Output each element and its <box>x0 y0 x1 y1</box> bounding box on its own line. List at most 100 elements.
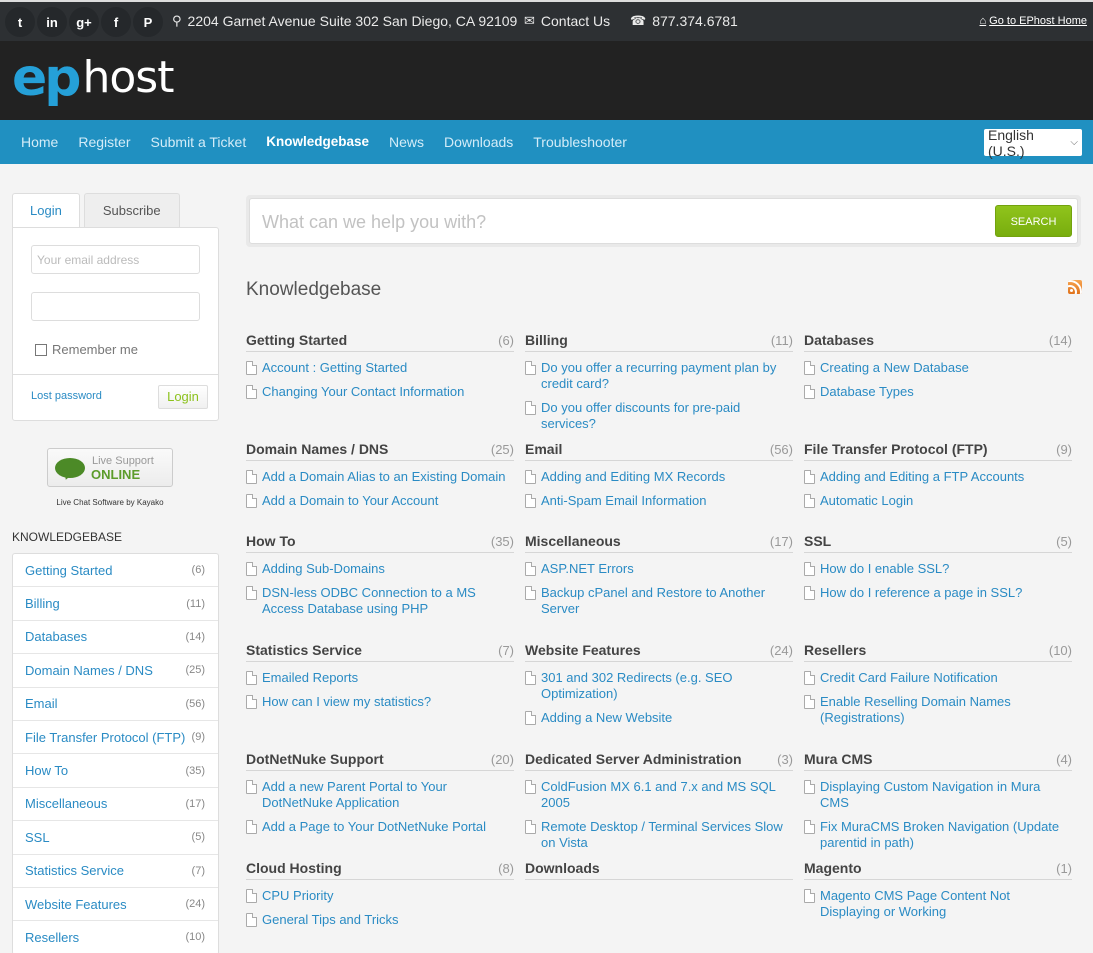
sidebar-item[interactable]: Website Features (24) <box>13 888 218 922</box>
tab-login[interactable]: Login <box>12 193 80 229</box>
category-title[interactable]: Email <box>525 441 562 457</box>
sidebar-item[interactable]: Getting Started (6) <box>13 554 218 588</box>
category-title[interactable]: Getting Started <box>246 332 347 348</box>
sidebar-item[interactable]: SSL (5) <box>13 821 218 855</box>
search-button[interactable]: SEARCH <box>995 205 1072 237</box>
article-link[interactable]: Creating a New Database <box>820 360 969 376</box>
article-link[interactable]: Changing Your Contact Information <box>262 384 464 400</box>
article-link[interactable]: Magento CMS Page Content Not Displaying … <box>820 888 1072 920</box>
contact-us-link[interactable]: ✉ Contact Us <box>524 13 610 29</box>
article-link[interactable]: General Tips and Tricks <box>262 912 399 928</box>
email-input[interactable]: Your email address <box>31 245 200 274</box>
article-link[interactable]: 301 and 302 Redirects (e.g. SEO Optimiza… <box>541 670 793 702</box>
nav-news[interactable]: News <box>389 134 424 150</box>
article-link[interactable]: ColdFusion MX 6.1 and 7.x and MS SQL 200… <box>541 779 793 811</box>
nav-downloads[interactable]: Downloads <box>444 134 513 150</box>
linkedin-icon[interactable]: in <box>37 7 67 37</box>
live-support-button[interactable]: Live Support ONLINE <box>47 448 173 487</box>
article-link[interactable]: Enable Reselling Domain Names (Registrat… <box>820 694 1072 726</box>
article-link[interactable]: Remote Desktop / Terminal Services Slow … <box>541 819 793 851</box>
sidebar-item[interactable]: Databases (14) <box>13 621 218 655</box>
article-item: Add a Domain Alias to an Existing Domain <box>246 469 514 485</box>
article-link[interactable]: Adding a New Website <box>541 710 672 726</box>
article-item: Adding Sub-Domains <box>246 561 514 577</box>
article-link[interactable]: Add a Domain Alias to an Existing Domain <box>262 469 506 485</box>
article-link[interactable]: ASP.NET Errors <box>541 561 634 577</box>
phone-number: 877.374.6781 <box>652 13 738 29</box>
google-plus-icon[interactable]: g+ <box>69 7 99 37</box>
nav-register[interactable]: Register <box>78 134 130 150</box>
category-title[interactable]: DotNetNuke Support <box>246 751 384 767</box>
article-link[interactable]: Emailed Reports <box>262 670 358 686</box>
article-link[interactable]: Credit Card Failure Notification <box>820 670 998 686</box>
category-title[interactable]: Statistics Service <box>246 642 362 658</box>
sidebar-item[interactable]: How To (35) <box>13 754 218 788</box>
sidebar-item[interactable]: Resellers (10) <box>13 921 218 953</box>
category-title[interactable]: Billing <box>525 332 568 348</box>
document-icon <box>525 711 536 725</box>
article-link[interactable]: Add a Page to Your DotNetNuke Portal <box>262 819 486 835</box>
sidebar-item[interactable]: Statistics Service (7) <box>13 855 218 888</box>
category-title[interactable]: File Transfer Protocol (FTP) <box>804 441 988 457</box>
article-link[interactable]: How do I enable SSL? <box>820 561 949 577</box>
tab-subscribe[interactable]: Subscribe <box>83 193 180 228</box>
go-to-home-link[interactable]: ⌂ Go to EPhost Home <box>980 15 1087 27</box>
article-link[interactable]: Adding Sub-Domains <box>262 561 385 577</box>
article-link[interactable]: Do you offer a recurring payment plan by… <box>541 360 793 392</box>
twitter-icon[interactable]: t <box>5 7 35 37</box>
category-title[interactable]: Website Features <box>525 642 641 658</box>
sidebar-item[interactable]: Miscellaneous (17) <box>13 788 218 822</box>
category-title[interactable]: Mura CMS <box>804 751 872 767</box>
article-link[interactable]: Add a new Parent Portal to Your DotNetNu… <box>262 779 514 811</box>
facebook-icon[interactable]: f <box>101 7 131 37</box>
article-link[interactable]: How do I reference a page in SSL? <box>820 585 1022 601</box>
lost-password-link[interactable]: Lost password <box>31 390 102 402</box>
nav-home[interactable]: Home <box>21 134 58 150</box>
category-title[interactable]: SSL <box>804 533 831 549</box>
article-link[interactable]: Displaying Custom Navigation in Mura CMS <box>820 779 1072 811</box>
article-link[interactable]: Add a Domain to Your Account <box>262 493 438 509</box>
remember-me[interactable]: Remember me <box>35 342 138 357</box>
article-item: General Tips and Tricks <box>246 912 514 928</box>
pinterest-icon[interactable]: P <box>133 7 163 37</box>
sidebar-item[interactable]: Billing (11) <box>13 587 218 621</box>
category-title[interactable]: Domain Names / DNS <box>246 441 388 457</box>
nav-submit-ticket[interactable]: Submit a Ticket <box>151 134 247 150</box>
article-link[interactable]: Anti-Spam Email Information <box>541 493 706 509</box>
article-link[interactable]: How can I view my statistics? <box>262 694 431 710</box>
category-title[interactable]: Downloads <box>525 860 600 876</box>
category-title[interactable]: Dedicated Server Administration <box>525 751 742 767</box>
sidebar-item[interactable]: Domain Names / DNS (25) <box>13 654 218 688</box>
nav-knowledgebase[interactable]: Knowledgebase <box>266 134 369 150</box>
login-button[interactable]: Login <box>158 385 208 409</box>
category-title[interactable]: Databases <box>804 332 874 348</box>
article-item: DSN-less ODBC Connection to a MS Access … <box>246 585 514 617</box>
article-link[interactable]: Fix MuraCMS Broken Navigation (Update pa… <box>820 819 1072 851</box>
language-select[interactable]: English (U.S.) ⌵ <box>984 127 1082 159</box>
article-link[interactable]: Database Types <box>820 384 914 400</box>
ephost-logo[interactable]: ep host <box>12 52 174 104</box>
article-link[interactable]: Adding and Editing MX Records <box>541 469 725 485</box>
category-title[interactable]: Miscellaneous <box>525 533 621 549</box>
category-count: (20) <box>490 752 514 767</box>
category-title[interactable]: How To <box>246 533 296 549</box>
article-link[interactable]: DSN-less ODBC Connection to a MS Access … <box>262 585 514 617</box>
article-link[interactable]: Do you offer discounts for pre-paid serv… <box>541 400 793 432</box>
password-input[interactable] <box>31 292 200 321</box>
category-title[interactable]: Cloud Hosting <box>246 860 342 876</box>
article-link[interactable]: Backup cPanel and Restore to Another Ser… <box>541 585 793 617</box>
article-link[interactable]: Account : Getting Started <box>262 360 407 376</box>
category-title[interactable]: Resellers <box>804 642 866 658</box>
sidebar-item[interactable]: Email (56) <box>13 688 218 721</box>
remember-me-checkbox[interactable] <box>35 343 47 356</box>
article-link[interactable]: Automatic Login <box>820 493 913 509</box>
nav-troubleshooter[interactable]: Troubleshooter <box>533 134 627 150</box>
article-link[interactable]: Adding and Editing a FTP Accounts <box>820 469 1024 485</box>
category-title[interactable]: Magento <box>804 860 862 876</box>
rss-icon[interactable] <box>1068 280 1082 294</box>
search-input[interactable]: What can we help you with? <box>262 212 486 233</box>
document-icon <box>525 671 536 685</box>
sidebar-item[interactable]: File Transfer Protocol (FTP) (9) <box>13 721 218 755</box>
category-count: (56) <box>769 442 793 457</box>
article-link[interactable]: CPU Priority <box>262 888 334 904</box>
